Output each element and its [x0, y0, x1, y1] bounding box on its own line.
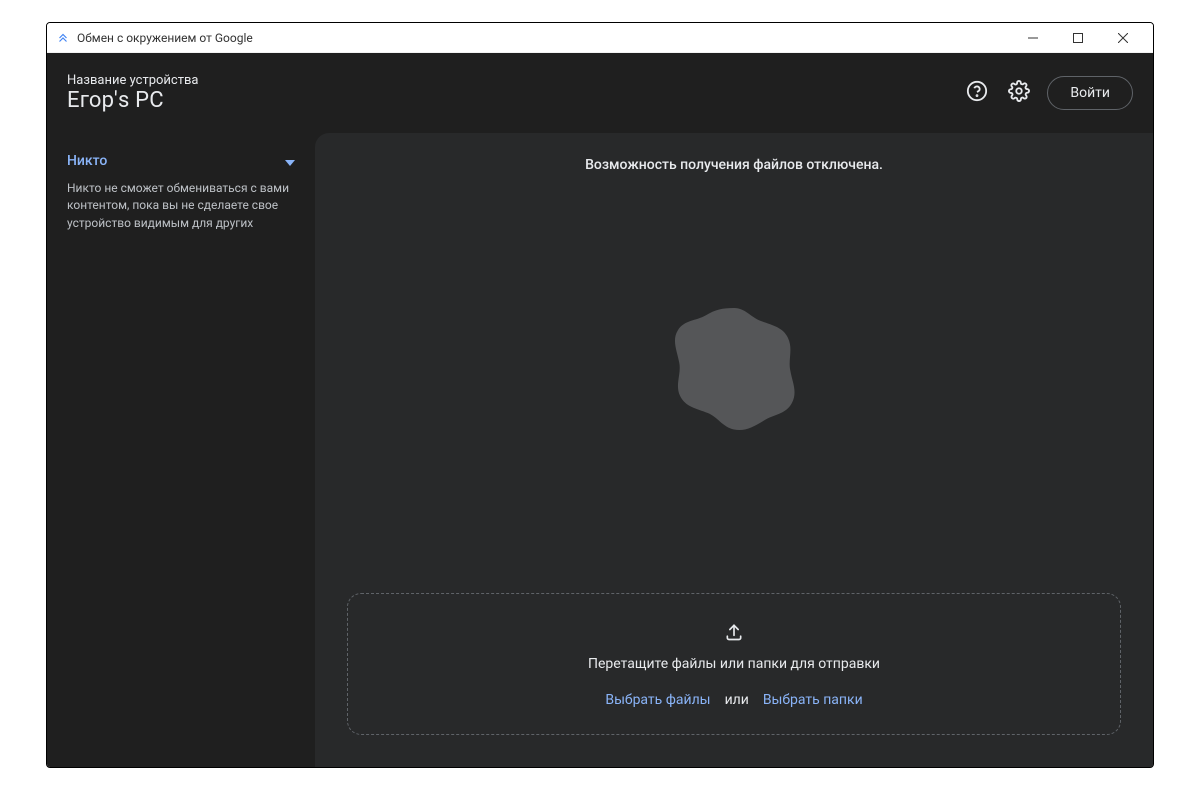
- minimize-button[interactable]: [1010, 23, 1055, 53]
- blob-icon: [659, 293, 809, 443]
- device-info: Название устройства Егор's PC: [67, 73, 963, 113]
- maximize-button[interactable]: [1055, 23, 1100, 53]
- help-icon: [966, 80, 988, 106]
- drop-actions: Выбрать файлы или Выбрать папки: [605, 692, 862, 708]
- signin-button[interactable]: Войти: [1047, 76, 1133, 110]
- visibility-value: Никто: [67, 153, 107, 169]
- help-button[interactable]: [963, 79, 991, 107]
- main-panel: Возможность получения файлов отключена.: [315, 133, 1153, 767]
- drop-text: Перетащите файлы или папки для отправки: [588, 656, 880, 672]
- app-window: Обмен с окружением от Google Название ус…: [46, 22, 1154, 768]
- sidebar: Никто Никто не сможет обмениваться с вам…: [47, 133, 315, 767]
- window-title: Обмен с окружением от Google: [77, 31, 1010, 45]
- placeholder-graphic-container: [339, 143, 1129, 593]
- visibility-description: Никто не сможет обмениваться с вами конт…: [67, 180, 295, 232]
- gear-icon: [1008, 80, 1030, 106]
- titlebar[interactable]: Обмен с окружением от Google: [47, 23, 1153, 53]
- caret-down-icon: [285, 151, 295, 170]
- content: Никто Никто не сможет обмениваться с вам…: [47, 133, 1153, 767]
- device-name: Егор's PC: [67, 88, 963, 113]
- app-icon: [55, 30, 71, 46]
- header: Название устройства Егор's PC: [47, 53, 1153, 133]
- visibility-dropdown[interactable]: Никто: [67, 147, 295, 180]
- select-files-link[interactable]: Выбрать файлы: [605, 692, 710, 708]
- window-controls: [1010, 23, 1145, 53]
- upload-icon: [724, 622, 744, 646]
- or-label: или: [725, 692, 749, 708]
- close-button[interactable]: [1100, 23, 1145, 53]
- settings-button[interactable]: [1005, 79, 1033, 107]
- header-actions: Войти: [963, 76, 1133, 110]
- device-label: Название устройства: [67, 73, 963, 88]
- select-folders-link[interactable]: Выбрать папки: [763, 692, 863, 708]
- app-body: Название устройства Егор's PC: [47, 53, 1153, 767]
- drop-zone[interactable]: Перетащите файлы или папки для отправки …: [347, 593, 1121, 735]
